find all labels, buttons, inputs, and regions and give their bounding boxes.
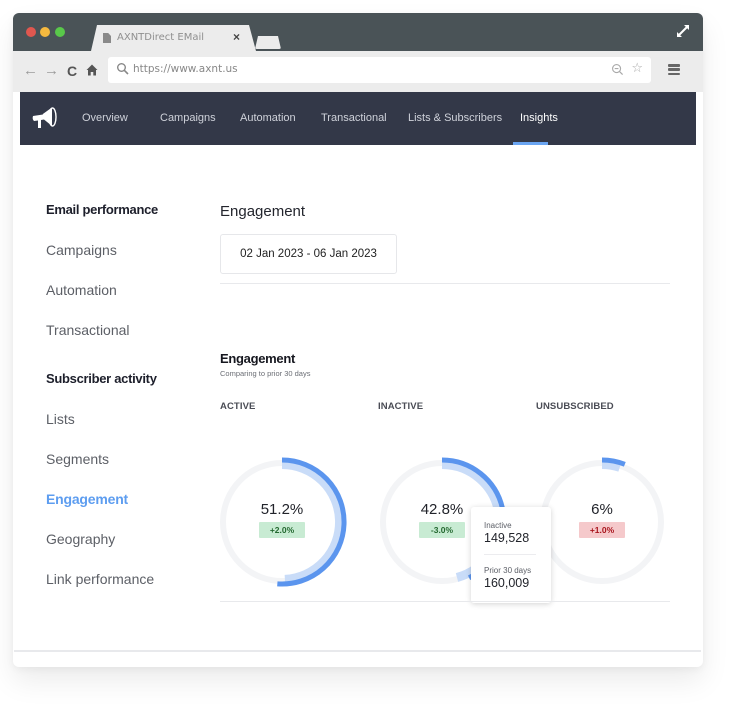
metric-label-active: ACTIVE	[220, 401, 256, 412]
delta-badge-unsubscribed: +1.0%	[579, 522, 625, 538]
nav-transactional[interactable]: Transactional	[321, 112, 387, 124]
hamburger-menu-icon[interactable]	[668, 64, 680, 76]
footer-divider	[14, 650, 701, 652]
sidebar-item-automation[interactable]: Automation	[46, 282, 117, 298]
tooltip-label-current: Inactive	[484, 521, 512, 530]
minimize-window-button[interactable]	[40, 27, 50, 37]
browser-titlebar: AXNTDirect EMail ×	[13, 13, 703, 51]
sidebar-item-segments[interactable]: Segments	[46, 451, 109, 467]
sidebar-item-geography[interactable]: Geography	[46, 531, 115, 547]
bookmark-star-icon[interactable]: ☆	[631, 60, 643, 76]
forward-arrow-icon[interactable]: →	[44, 62, 59, 80]
close-window-button[interactable]	[26, 27, 36, 37]
tooltip-label-prior: Prior 30 days	[484, 566, 532, 575]
sidebar-heading-subscriber-activity: Subscriber activity	[46, 371, 157, 386]
sidebar-item-campaigns[interactable]: Campaigns	[46, 242, 117, 258]
reload-icon[interactable]: C	[67, 62, 77, 80]
section-subtitle: Comparing to prior 30 days	[220, 369, 311, 378]
sidebar-heading-email-performance: Email performance	[46, 202, 158, 217]
sidebar-item-link-performance[interactable]: Link performance	[46, 571, 154, 587]
zoom-out-icon[interactable]	[611, 63, 624, 76]
url-text: https://www.axnt.us	[133, 63, 238, 75]
metric-label-inactive: INACTIVE	[378, 401, 424, 412]
url-field[interactable]: https://www.axnt.us ☆	[108, 57, 651, 83]
nav-overview[interactable]: Overview	[82, 112, 128, 124]
document-icon	[103, 33, 111, 43]
chart-tooltip: Inactive 149,528 Prior 30 days 160,009	[471, 507, 551, 603]
sidebar-item-lists[interactable]: Lists	[46, 411, 75, 427]
tooltip-value-prior: 160,009	[484, 576, 530, 590]
megaphone-logo-icon[interactable]	[30, 104, 60, 132]
divider	[220, 601, 670, 602]
browser-window: AXNTDirect EMail × ← → C https://www.axn…	[13, 13, 703, 667]
nav-insights[interactable]: Insights	[520, 112, 558, 124]
maximize-window-button[interactable]	[55, 27, 65, 37]
donut-value-active: 51.2%	[260, 501, 304, 518]
page-title: Engagement	[220, 203, 306, 220]
nav-campaigns[interactable]: Campaigns	[160, 112, 216, 124]
tab-close-icon[interactable]: ×	[233, 30, 240, 44]
sidebar-item-engagement[interactable]: Engagement	[46, 491, 128, 507]
donut-value-unsubscribed: 6%	[591, 501, 613, 518]
expand-icon[interactable]	[675, 23, 691, 39]
back-arrow-icon[interactable]: ←	[23, 62, 38, 80]
delta-badge-inactive: -3.0%	[419, 522, 465, 538]
active-nav-indicator	[513, 142, 548, 145]
app-nav-bar: Overview Campaigns Automation Transactio…	[20, 92, 696, 145]
delta-badge-active: +2.0%	[259, 522, 305, 538]
home-icon[interactable]	[86, 64, 98, 76]
divider	[220, 283, 670, 284]
address-bar: ← → C https://www.axnt.us ☆	[13, 51, 703, 92]
search-icon	[117, 63, 129, 75]
tooltip-value-current: 149,528	[484, 531, 530, 545]
section-title: Engagement	[220, 351, 296, 366]
tab-title: AXNTDirect EMail	[117, 32, 205, 43]
new-tab-button[interactable]	[255, 36, 281, 49]
donut-prior-arc	[601, 459, 622, 472]
date-range-picker[interactable]: 02 Jan 2023 - 06 Jan 2023	[220, 234, 397, 274]
nav-lists-subscribers[interactable]: Lists & Subscribers	[408, 112, 502, 124]
browser-tab[interactable]: AXNTDirect EMail ×	[91, 25, 256, 51]
nav-automation[interactable]: Automation	[240, 112, 296, 124]
metric-label-unsubscribed: UNSUBSCRIBED	[536, 401, 614, 412]
tooltip-divider	[484, 554, 536, 555]
sidebar-item-transactional[interactable]: Transactional	[46, 322, 130, 338]
